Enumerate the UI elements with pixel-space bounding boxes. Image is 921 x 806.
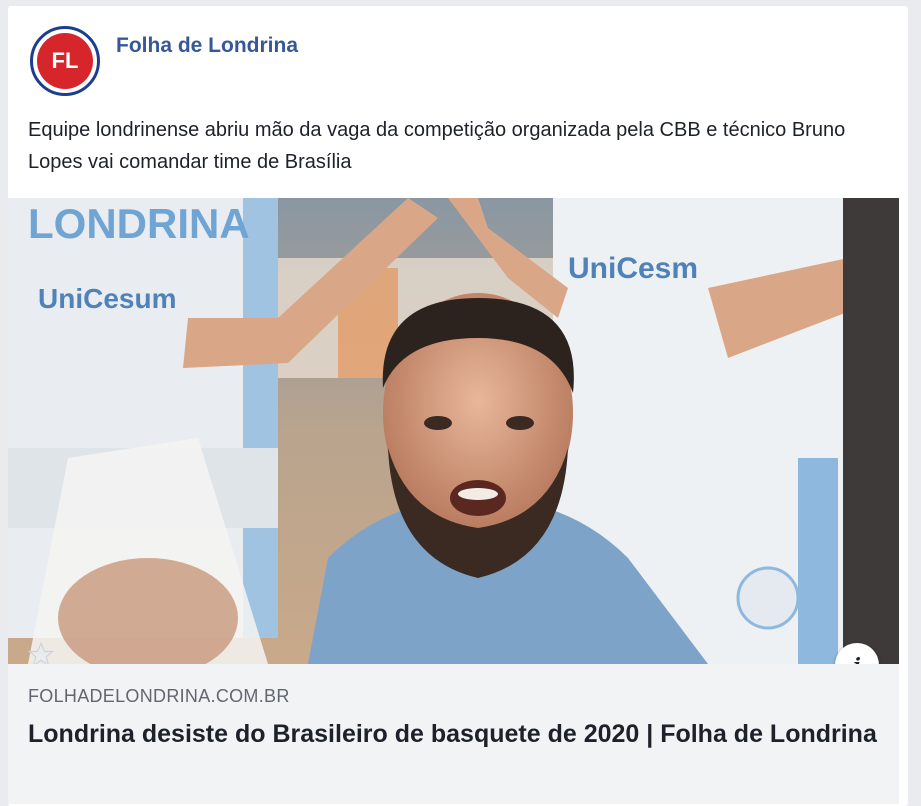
jersey-text-top: LONDRINA: [28, 200, 250, 247]
link-domain: FOLHADELONDRINA.COM.BR: [28, 686, 290, 706]
jersey-text-right: UniCesm: [568, 252, 698, 285]
photo-illustration: LONDRINA UniCesum UniCesm: [8, 198, 899, 664]
link-title[interactable]: Londrina desiste do Brasileiro de basque…: [28, 716, 888, 752]
page-name-link[interactable]: Folha de Londrina: [116, 34, 298, 58]
link-preview-image[interactable]: LONDRINA UniCesum UniCesm: [8, 198, 899, 664]
post-card: FL Folha de Londrina Equipe londrinense …: [8, 6, 908, 806]
avatar[interactable]: FL: [30, 26, 100, 96]
jersey-text-left: UniCesum: [38, 283, 176, 314]
avatar-logo: FL: [37, 33, 93, 89]
post-text: Equipe londrinense abriu mão da vaga da …: [28, 119, 846, 173]
link-preview-meta[interactable]: FOLHADELONDRINA.COM.BR Londrina desiste …: [8, 664, 899, 804]
